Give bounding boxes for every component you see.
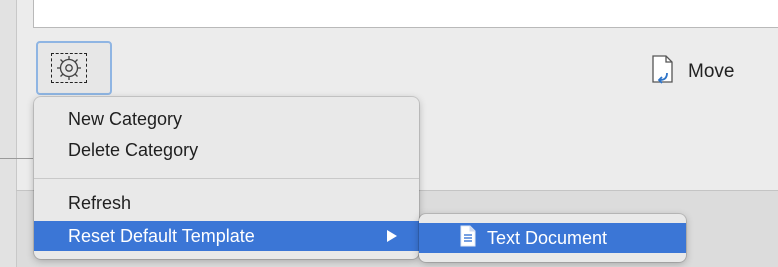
submenu-arrow-icon [387, 230, 397, 242]
menu-item-new-category[interactable]: New Category [34, 106, 419, 133]
dialog-left-edge [0, 0, 17, 267]
menu-item-delete-category[interactable]: Delete Category [34, 137, 419, 164]
submenu: Text Document [419, 214, 686, 262]
menu-separator [34, 178, 419, 179]
context-menu: New Category Delete Category Refresh Res… [34, 97, 419, 259]
settings-gear-button[interactable] [36, 41, 112, 95]
template-list-area[interactable] [33, 0, 778, 28]
divider [0, 158, 33, 159]
submenu-item-label: Text Document [487, 227, 608, 248]
menu-item-reset-default-template[interactable]: Reset Default Template [34, 221, 419, 251]
menu-item-refresh[interactable]: Refresh [34, 190, 419, 217]
text-document-icon [459, 225, 477, 252]
move-label: Move [688, 61, 735, 82]
menu-item-label: Reset Default Template [68, 226, 255, 246]
move-document-icon [650, 54, 676, 91]
move-button[interactable]: Move [650, 54, 735, 91]
submenu-item-text-document[interactable]: Text Document [419, 223, 686, 253]
